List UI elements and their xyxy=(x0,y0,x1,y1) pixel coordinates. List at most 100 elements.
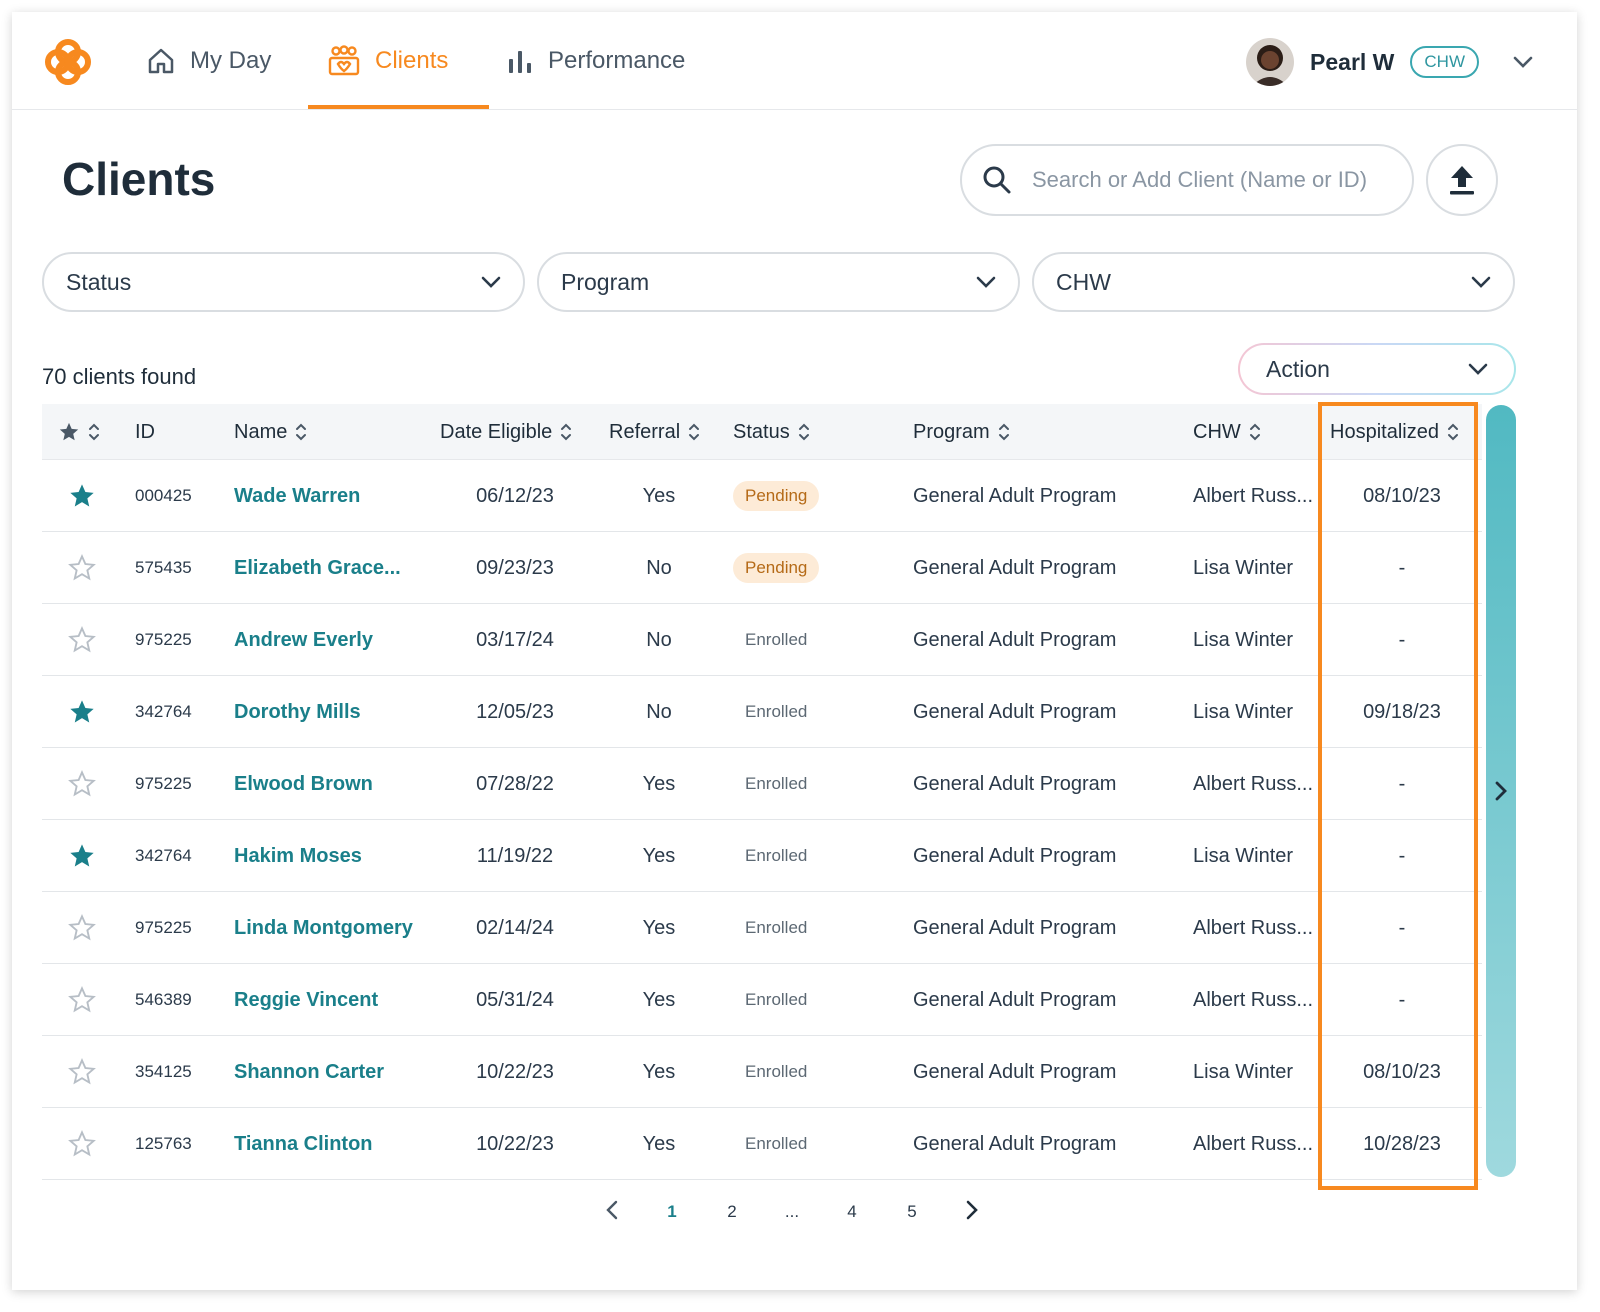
scroll-right-panel[interactable] xyxy=(1486,405,1516,1177)
client-name-link[interactable]: Andrew Everly xyxy=(234,604,373,676)
client-name-link[interactable]: Elwood Brown xyxy=(234,748,373,820)
status-filter[interactable]: Status xyxy=(42,252,525,312)
name-header[interactable]: Name xyxy=(234,404,307,460)
page-button[interactable]: 4 xyxy=(822,1202,882,1222)
table-row[interactable]: 125763 Tianna Clinton 10/22/23 Yes Enrolled G… xyxy=(42,1108,1482,1180)
client-id: 975225 xyxy=(135,918,192,937)
hospitalized-date: 09/18/23 xyxy=(1363,700,1441,723)
sort-icon xyxy=(998,423,1009,441)
chevron-left-icon xyxy=(606,1200,618,1219)
upload-button[interactable] xyxy=(1426,144,1498,216)
program: General Adult Program xyxy=(913,1060,1117,1083)
sort-icon xyxy=(296,423,307,441)
page-button[interactable]: 1 xyxy=(642,1202,702,1222)
status-cell: Enrolled xyxy=(733,964,807,1036)
search-box[interactable] xyxy=(960,144,1414,216)
hospitalized-date: - xyxy=(1398,916,1406,939)
chw: Lisa Winter xyxy=(1193,700,1294,723)
table-row[interactable]: 000425 Wade Warren 06/12/23 Yes Pending Gener… xyxy=(42,460,1482,532)
chevron-down-icon xyxy=(1471,276,1491,288)
nav-performance[interactable]: Performance xyxy=(506,12,685,110)
star-sort-header[interactable] xyxy=(58,404,100,460)
app-window: My Day Clients Performance Pearl W CHW C… xyxy=(12,12,1577,1290)
chevron-down-icon[interactable] xyxy=(1513,55,1533,69)
page-title: Clients xyxy=(62,153,216,205)
client-name-link[interactable]: Linda Montgomery xyxy=(234,892,413,964)
client-name-link[interactable]: Tianna Clinton xyxy=(234,1108,373,1180)
nav-clients[interactable]: Clients xyxy=(327,12,448,110)
client-id: 575435 xyxy=(135,558,192,577)
status-header[interactable]: Status xyxy=(733,404,810,460)
client-name-link[interactable]: Elizabeth Grace... xyxy=(234,532,401,604)
table-row[interactable]: 975225 Elwood Brown 07/28/22 Yes Enrolled Gen… xyxy=(42,748,1482,820)
next-page-button[interactable] xyxy=(942,1200,1002,1225)
table-row[interactable]: 575435 Elizabeth Grace... 09/23/23 No Pendin… xyxy=(42,532,1482,604)
referral: Yes xyxy=(642,1060,676,1083)
sort-icon xyxy=(1447,423,1458,441)
referral-header[interactable]: Referral xyxy=(609,404,700,460)
search-input[interactable] xyxy=(1032,167,1402,193)
nav-my-day[interactable]: My Day xyxy=(146,12,271,110)
logo-icon xyxy=(45,39,91,85)
star-outline-icon[interactable] xyxy=(68,1036,96,1108)
hospitalized-date: - xyxy=(1398,628,1406,651)
client-name-link[interactable]: Hakim Moses xyxy=(234,820,362,892)
program-header[interactable]: Program xyxy=(913,404,1010,460)
client-id: 975225 xyxy=(135,774,192,793)
date-eligible: 10/22/23 xyxy=(476,1060,554,1083)
star-filled-icon[interactable] xyxy=(68,676,96,748)
referral: No xyxy=(646,556,672,579)
name-header-label: Name xyxy=(234,420,288,443)
date-eligible: 09/23/23 xyxy=(476,556,554,579)
hospitalized-date: - xyxy=(1398,988,1406,1011)
pagination: 1 2 ... 4 5 xyxy=(582,1197,1002,1227)
star-filled-icon[interactable] xyxy=(68,820,96,892)
client-name-link[interactable]: Dorothy Mills xyxy=(234,676,361,748)
table-row[interactable]: 975225 Linda Montgomery 02/14/24 Yes Enrolle… xyxy=(42,892,1482,964)
search-icon xyxy=(983,166,1011,194)
star-outline-icon[interactable] xyxy=(68,892,96,964)
table-row[interactable]: 354125 Shannon Carter 10/22/23 Yes Enrolled G… xyxy=(42,1036,1482,1108)
hospitalized-header[interactable]: Hospitalized xyxy=(1330,404,1459,460)
hospitalized-date: - xyxy=(1398,772,1406,795)
star-outline-icon[interactable] xyxy=(68,1108,96,1180)
client-name-link[interactable]: Wade Warren xyxy=(234,460,360,532)
action-dropdown[interactable]: Action xyxy=(1238,343,1516,395)
action-label: Action xyxy=(1266,355,1330,382)
clients-table: ID Name Date Eligible Referral Status Pr… xyxy=(42,404,1482,1180)
star-outline-icon[interactable] xyxy=(68,532,96,604)
table-row[interactable]: 546389 Reggie Vincent 05/31/24 Yes Enrolled G… xyxy=(42,964,1482,1036)
program-filter[interactable]: Program xyxy=(537,252,1020,312)
chw-header[interactable]: CHW xyxy=(1193,404,1261,460)
user-menu[interactable]: Pearl W CHW xyxy=(1246,36,1533,88)
star-outline-icon[interactable] xyxy=(68,748,96,820)
star-filled-icon[interactable] xyxy=(68,460,96,532)
chw-filter[interactable]: CHW xyxy=(1032,252,1515,312)
client-name-link[interactable]: Shannon Carter xyxy=(234,1036,384,1108)
program: General Adult Program xyxy=(913,484,1117,507)
table-header: ID Name Date Eligible Referral Status Pr… xyxy=(42,404,1482,460)
date-eligible: 10/22/23 xyxy=(476,1132,554,1155)
page-button[interactable]: 5 xyxy=(882,1202,942,1222)
status-badge: Enrolled xyxy=(745,630,808,649)
program: General Adult Program xyxy=(913,556,1117,579)
chw-filter-label: CHW xyxy=(1056,268,1111,295)
table-row[interactable]: 342764 Dorothy Mills 12/05/23 No Enrolled Gen… xyxy=(42,676,1482,748)
date-eligible: 11/19/22 xyxy=(476,844,554,867)
star-outline-icon[interactable] xyxy=(68,604,96,676)
table-row[interactable]: 342764 Hakim Moses 11/19/22 Yes Enrolled Gene… xyxy=(42,820,1482,892)
star-outline-icon[interactable] xyxy=(68,964,96,1036)
table-body: 000425 Wade Warren 06/12/23 Yes Pending Gener… xyxy=(42,460,1482,1180)
bar-chart-icon xyxy=(509,51,531,73)
page-button[interactable]: 2 xyxy=(702,1202,762,1222)
status-badge: Enrolled xyxy=(745,918,808,937)
client-name-link[interactable]: Reggie Vincent xyxy=(234,964,378,1036)
status-badge: Pending xyxy=(733,553,820,583)
id-header[interactable]: ID xyxy=(135,404,155,460)
date-eligible: 03/17/24 xyxy=(476,628,554,651)
date-eligible-header[interactable]: Date Eligible xyxy=(440,404,572,460)
sort-icon xyxy=(798,423,809,441)
status-header-label: Status xyxy=(733,420,790,443)
prev-page-button[interactable] xyxy=(582,1200,642,1225)
table-row[interactable]: 975225 Andrew Everly 03/17/24 No Enrolled Gen… xyxy=(42,604,1482,676)
